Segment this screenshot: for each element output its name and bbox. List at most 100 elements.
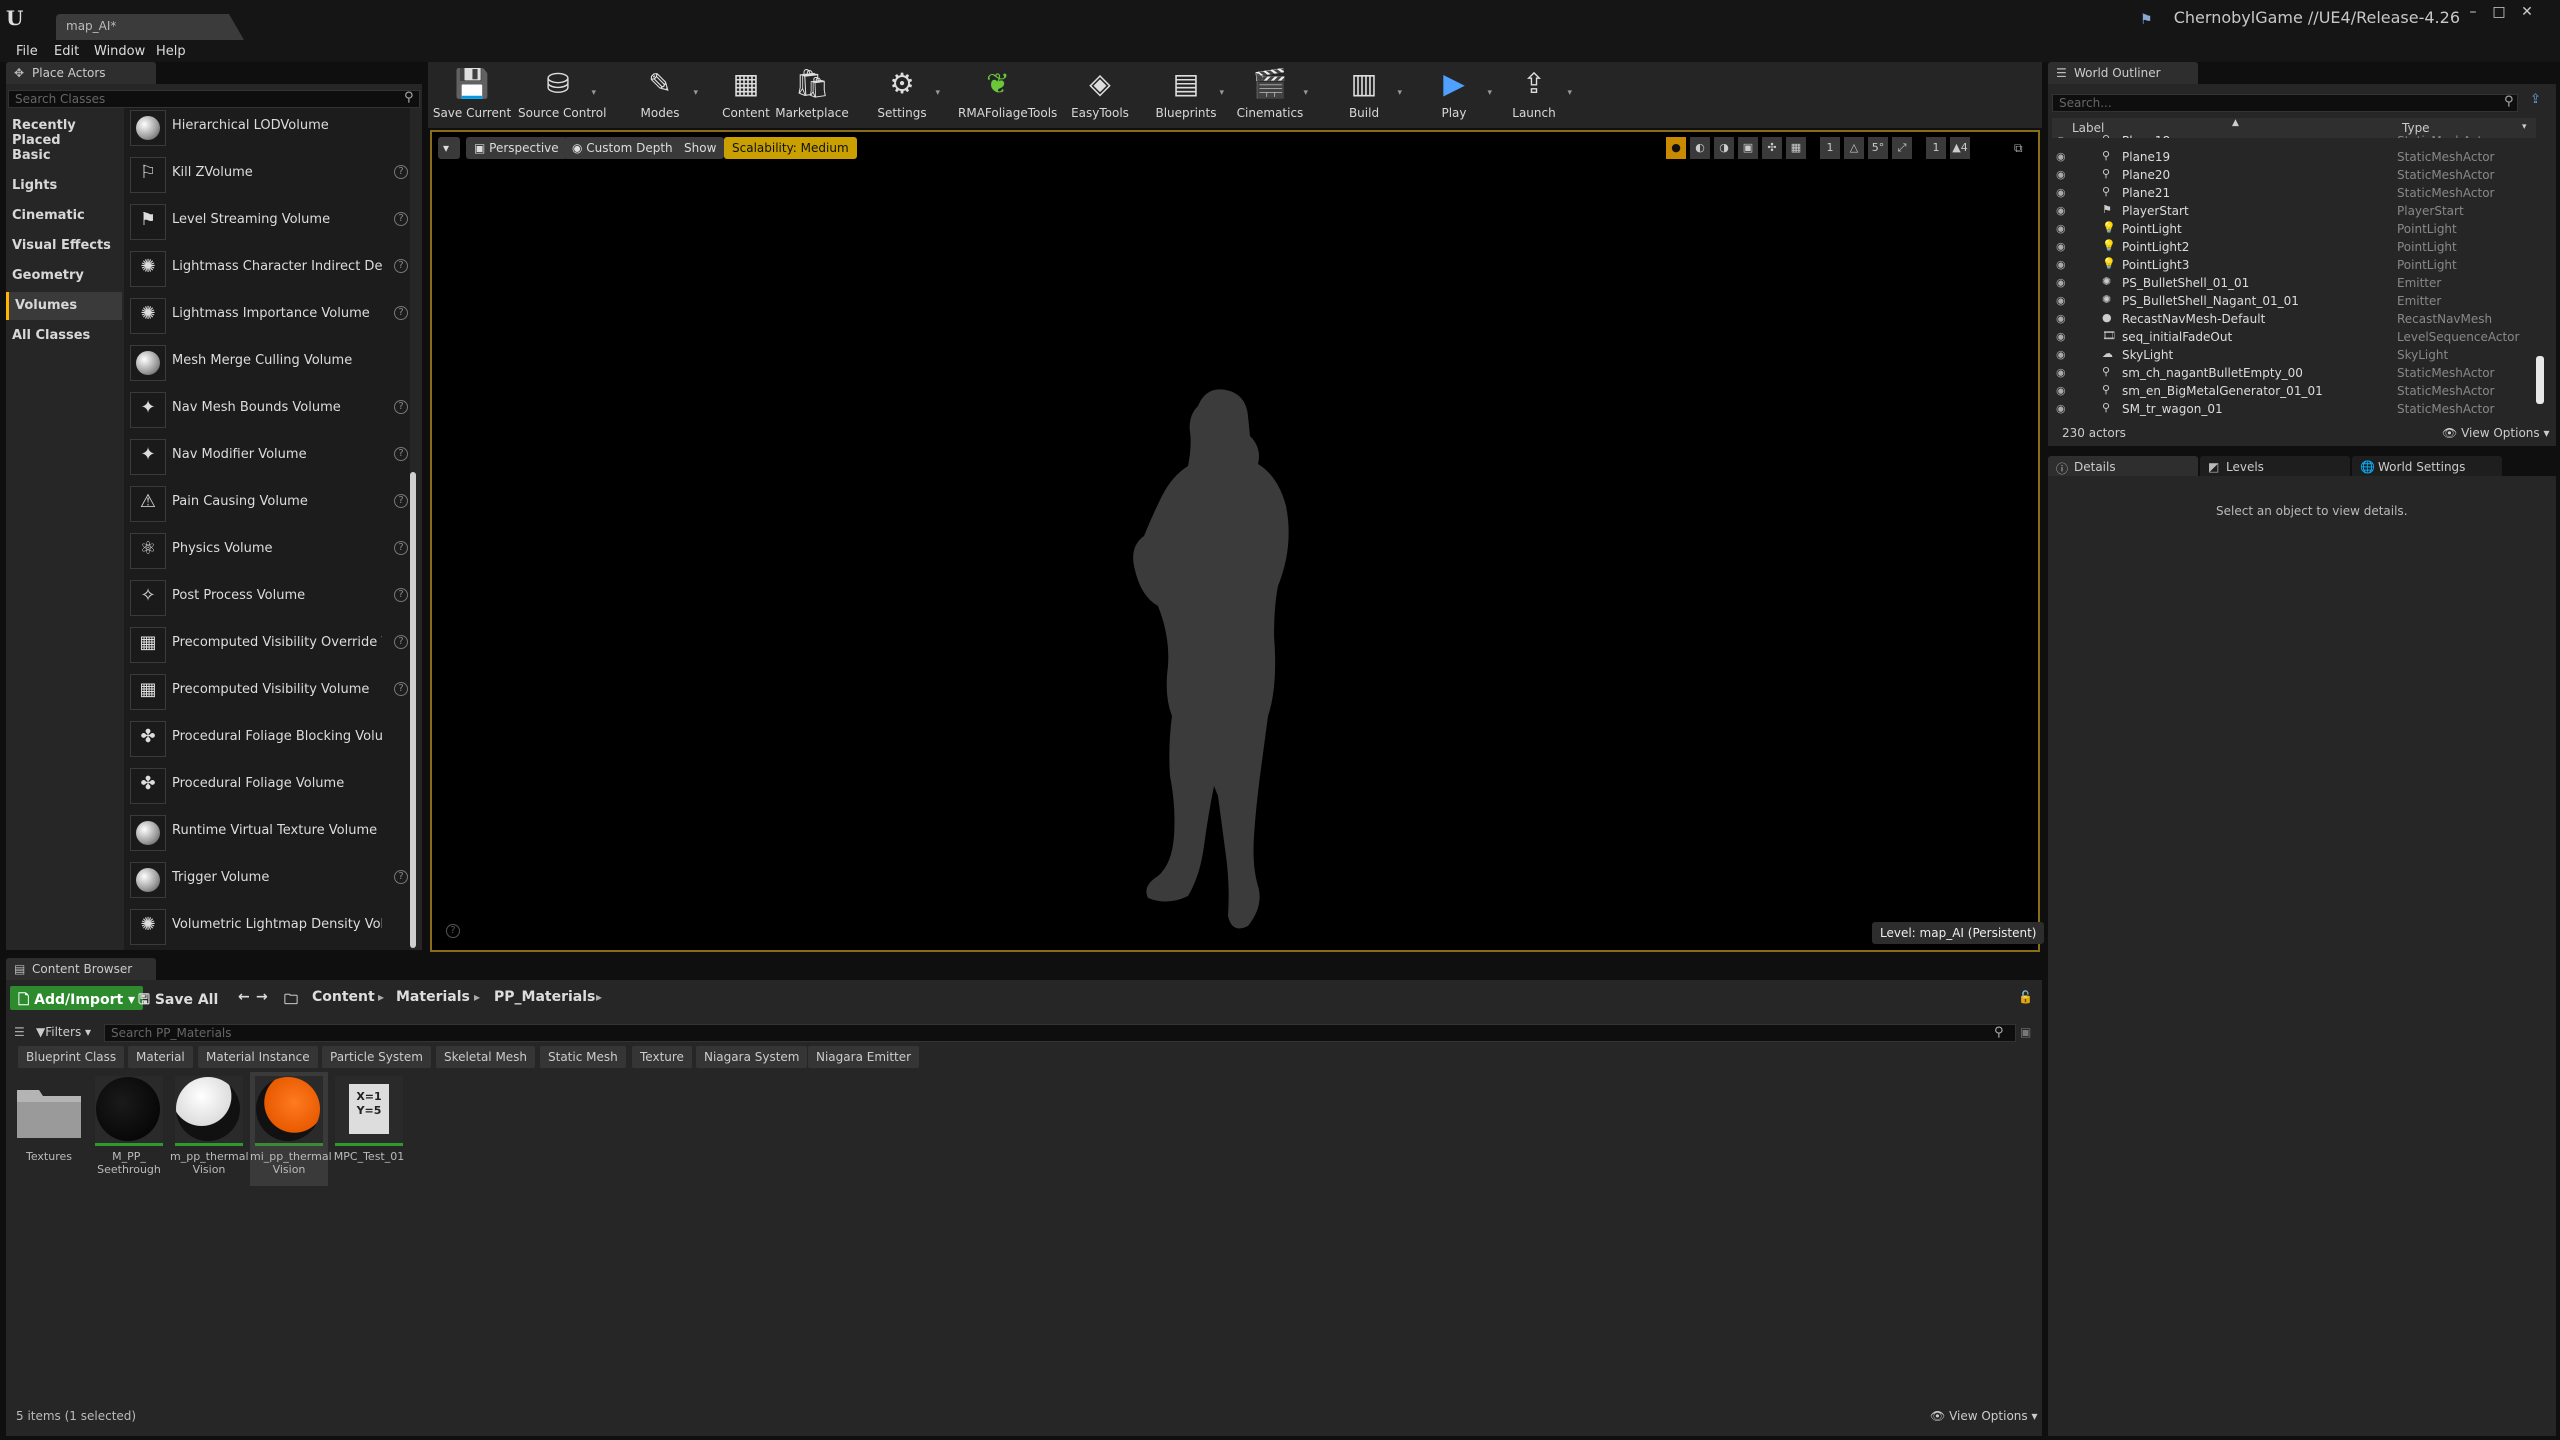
viewport-tool-icon[interactable]: ✣: [1762, 137, 1782, 159]
filter-chip-static-mesh[interactable]: Static Mesh: [540, 1046, 626, 1068]
minimize-button[interactable]: –: [2460, 4, 2486, 22]
chevron-down-icon[interactable]: ▾: [1567, 88, 1572, 98]
breadcrumb-separator[interactable]: ▸: [474, 990, 480, 1004]
outliner-row[interactable]: ◉ 💡 PointLight3 PointLight: [2052, 256, 2534, 274]
filter-chip-material-instance[interactable]: Material Instance: [198, 1046, 318, 1068]
outliner-row[interactable]: ◉ ⚲ SM_tr_wagon_01 StaticMeshActor: [2052, 400, 2534, 418]
breadcrumb-pp-materials[interactable]: PP_Materials: [494, 989, 595, 1005]
breadcrumb-materials[interactable]: Materials: [396, 989, 470, 1005]
filter-chip-texture[interactable]: Texture: [632, 1046, 692, 1068]
category-recently-placed[interactable]: Recently Placed: [6, 112, 122, 148]
toolbar-play-button[interactable]: ▶ Play ▾: [1414, 64, 1494, 126]
sources-toggle-icon[interactable]: ☰: [14, 1025, 25, 1039]
outliner-row[interactable]: ◉ ⚑ PlayerStart PlayerStart: [2052, 202, 2534, 220]
menu-edit[interactable]: Edit: [54, 44, 79, 59]
show-button[interactable]: Show: [676, 137, 725, 159]
outliner-row[interactable]: ◉ 💡 PointLight2 PointLight: [2052, 238, 2534, 256]
toolbar-modes-button[interactable]: ✎ Modes ▾: [620, 64, 700, 126]
viewport-tool-icon[interactable]: ▲4: [1950, 137, 1970, 159]
save-all-button[interactable]: 🖫 Save All: [138, 989, 218, 1013]
category-basic[interactable]: Basic: [6, 142, 122, 170]
lock-icon[interactable]: 🔓: [2018, 990, 2033, 1004]
category-lights[interactable]: Lights: [6, 172, 122, 200]
toolbar-marketplace-button[interactable]: 🛍 Marketplace: [772, 64, 852, 126]
visibility-eye-icon[interactable]: ◉: [2056, 348, 2066, 361]
outliner-scrollbar[interactable]: [2536, 356, 2544, 404]
type-dropdown-icon[interactable]: ▾: [2522, 122, 2527, 132]
viewport-tool-icon[interactable]: 1: [1820, 137, 1840, 159]
visibility-eye-icon[interactable]: ◉: [2056, 186, 2066, 199]
visibility-eye-icon[interactable]: ◉: [2056, 402, 2066, 415]
asset-tile[interactable]: X=1 Y=5 MPC_Test_01: [330, 1072, 408, 1186]
actor-item[interactable]: ✤ Procedural Foliage Volume: [128, 762, 408, 806]
viewport-tool-icon[interactable]: 5°: [1868, 137, 1888, 159]
place-actors-scrollbar[interactable]: [410, 472, 416, 948]
actor-item[interactable]: Mesh Merge Culling Volume: [128, 339, 408, 383]
visibility-eye-icon[interactable]: ◉: [2056, 204, 2066, 217]
visibility-eye-icon[interactable]: ◉: [2056, 384, 2066, 397]
asset-tile[interactable]: m_pp_thermal Vision: [170, 1072, 249, 1186]
perspective-button[interactable]: ▣ Perspective: [466, 137, 567, 159]
breadcrumb-separator[interactable]: ▸: [596, 990, 602, 1004]
filter-chip-material[interactable]: Material: [128, 1046, 193, 1068]
breadcrumb-separator[interactable]: ▸: [378, 990, 384, 1004]
visibility-eye-icon[interactable]: ◉: [2056, 276, 2066, 289]
viewport-tool-icon[interactable]: ▣: [1738, 137, 1758, 159]
toolbar-blueprints-button[interactable]: ▤ Blueprints ▾: [1146, 64, 1226, 126]
outliner-row[interactable]: ◉ ☁ SkyLight SkyLight: [2052, 346, 2534, 364]
category-cinematic[interactable]: Cinematic: [6, 202, 122, 230]
category-geometry[interactable]: Geometry: [6, 262, 122, 290]
menu-file[interactable]: File: [16, 44, 38, 59]
menu-window[interactable]: Window: [94, 44, 145, 59]
history-forward-button[interactable]: →: [256, 989, 268, 1005]
toolbar-save-current-button[interactable]: 💾 Save Current: [432, 64, 512, 126]
help-icon[interactable]: ?: [394, 588, 408, 602]
unreal-logo-icon[interactable]: U: [6, 6, 34, 34]
chevron-down-icon[interactable]: ▾: [591, 88, 596, 98]
help-icon[interactable]: ?: [394, 165, 408, 179]
actor-item[interactable]: ✺ Lightmass Importance Volume?: [128, 292, 408, 336]
visibility-eye-icon[interactable]: ◉: [2056, 366, 2066, 379]
maximize-viewport-icon[interactable]: ⧉: [2014, 141, 2023, 156]
category-visual-effects[interactable]: Visual Effects: [6, 232, 122, 260]
viewport-tool-icon[interactable]: ▦: [1786, 137, 1806, 159]
help-icon[interactable]: ?: [394, 682, 408, 696]
actor-item[interactable]: ✦ Nav Mesh Bounds Volume?: [128, 386, 408, 430]
chevron-down-icon[interactable]: ▾: [1219, 88, 1224, 98]
outliner-row[interactable]: ◉ ⚲ Plane19 StaticMeshActor: [2052, 148, 2534, 166]
viewport-options-button[interactable]: ▾: [438, 137, 460, 159]
filter-chip-skeletal-mesh[interactable]: Skeletal Mesh: [436, 1046, 536, 1068]
chevron-down-icon[interactable]: ▾: [1397, 88, 1402, 98]
actor-item[interactable]: Trigger Volume?: [128, 856, 408, 900]
maximize-button[interactable]: □: [2486, 4, 2512, 22]
help-icon[interactable]: ?: [394, 259, 408, 273]
visibility-eye-icon[interactable]: ◉: [2056, 134, 2066, 138]
viewport-tool-icon[interactable]: ◐: [1690, 137, 1710, 159]
category-all-classes[interactable]: All Classes: [6, 322, 122, 350]
outliner-row[interactable]: ◉ 🎞 seq_initialFadeOut LevelSequenceActor: [2052, 328, 2534, 346]
outliner-row[interactable]: ◉ 💡 PointLight PointLight: [2052, 220, 2534, 238]
outliner-row[interactable]: ◉ ⚲ Plane18 StaticMeshActor: [2052, 132, 2534, 138]
viewport-tool-icon[interactable]: ◑: [1714, 137, 1734, 159]
history-back-button[interactable]: ←: [238, 989, 250, 1005]
toolbar-build-button[interactable]: ▥ Build ▾: [1324, 64, 1404, 126]
asset-tile[interactable]: mi_pp_thermal Vision: [250, 1072, 332, 1186]
tab-levels[interactable]: ◩ Levels: [2200, 456, 2350, 478]
pin-icon[interactable]: ⇪: [2530, 92, 2541, 107]
asset-tile[interactable]: M_PP_ Seethrough: [90, 1072, 168, 1186]
outliner-search-input[interactable]: Search...: [2052, 94, 2518, 112]
actor-item[interactable]: ✺ Lightmass Character Indirect Detail Vol…: [128, 245, 408, 289]
content-view-options-button[interactable]: 👁 View Options ▾: [1930, 1409, 2038, 1423]
actor-item[interactable]: Runtime Virtual Texture Volume: [128, 809, 408, 853]
outliner-row[interactable]: ◉ ✺ PS_BulletShell_Nagant_01_01 Emitter: [2052, 292, 2534, 310]
actor-item[interactable]: ✤ Procedural Foliage Blocking Volume: [128, 715, 408, 759]
viewport-tool-icon[interactable]: 1: [1926, 137, 1946, 159]
chevron-down-icon[interactable]: ▾: [1303, 88, 1308, 98]
level-tab[interactable]: map_AI*: [56, 14, 244, 40]
content-search-input[interactable]: Search PP_Materials: [104, 1024, 2016, 1042]
visibility-eye-icon[interactable]: ◉: [2056, 240, 2066, 253]
tab-content-browser[interactable]: ▤ Content Browser: [6, 958, 156, 980]
menu-help[interactable]: Help: [156, 44, 186, 59]
toolbar-easytools-button[interactable]: ◈ EasyTools: [1060, 64, 1140, 126]
category-volumes[interactable]: Volumes: [6, 292, 122, 320]
